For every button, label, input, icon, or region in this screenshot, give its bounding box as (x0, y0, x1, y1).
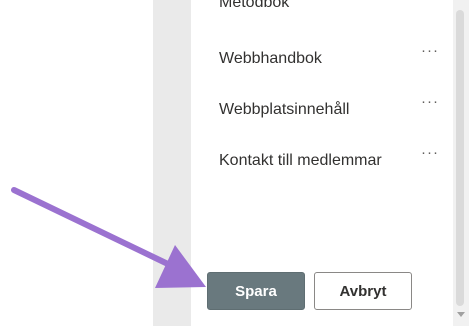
annotation-arrow-icon (11, 187, 206, 288)
annotation-arrow-head (155, 245, 206, 288)
annotation-arrow-shaft (11, 187, 173, 268)
